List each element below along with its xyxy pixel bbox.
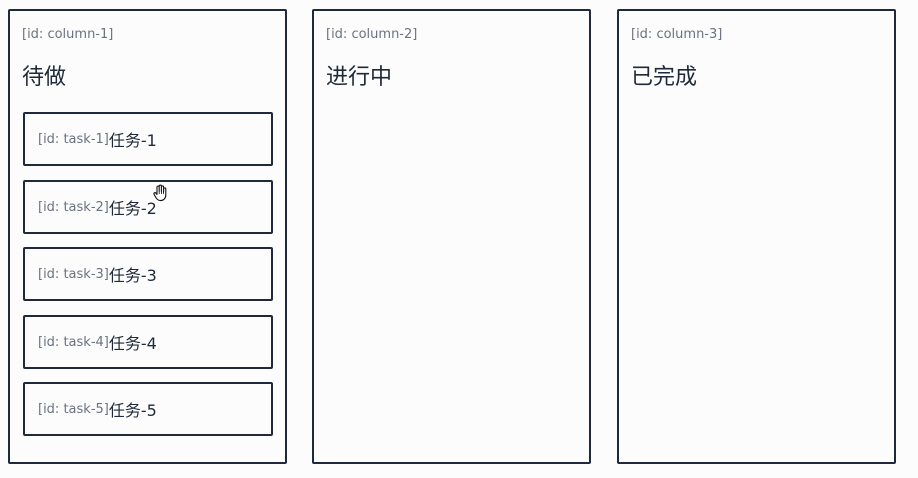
column-todo[interactable]: [id: column-1] 待做 [id: task-1] 任务-1 [id: … xyxy=(8,9,287,464)
task-id-label: [id: task-1] xyxy=(38,131,109,147)
column-title: 进行中 xyxy=(326,65,393,90)
column-in-progress[interactable]: [id: column-2] 进行中 xyxy=(312,9,591,464)
column-done[interactable]: [id: column-3] 已完成 xyxy=(617,9,896,464)
task-label: 任务-3 xyxy=(108,266,157,285)
kanban-board: [id: column-1] 待做 [id: task-1] 任务-1 [id: … xyxy=(0,0,918,478)
task-card-3[interactable]: [id: task-3] 任务-3 xyxy=(23,247,273,301)
task-id-label: [id: task-5] xyxy=(38,401,109,417)
task-card-2[interactable]: [id: task-2] 任务-2 xyxy=(23,180,273,234)
column-title: 已完成 xyxy=(631,65,698,90)
task-id-label: [id: task-3] xyxy=(38,266,109,282)
task-id-label: [id: task-2] xyxy=(38,199,109,215)
task-label: 任务-5 xyxy=(108,401,157,420)
task-label: 任务-1 xyxy=(108,131,157,150)
column-title: 待做 xyxy=(22,65,67,90)
task-label: 任务-4 xyxy=(108,334,157,353)
column-id-label: [id: column-1] xyxy=(22,27,114,42)
task-card-4[interactable]: [id: task-4] 任务-4 xyxy=(23,315,273,369)
column-id-label: [id: column-3] xyxy=(631,27,723,42)
task-card-5[interactable]: [id: task-5] 任务-5 xyxy=(23,382,273,436)
task-label: 任务-2 xyxy=(108,199,157,218)
column-id-label: [id: column-2] xyxy=(326,27,418,42)
task-card-1[interactable]: [id: task-1] 任务-1 xyxy=(23,112,273,166)
task-id-label: [id: task-4] xyxy=(38,334,109,350)
